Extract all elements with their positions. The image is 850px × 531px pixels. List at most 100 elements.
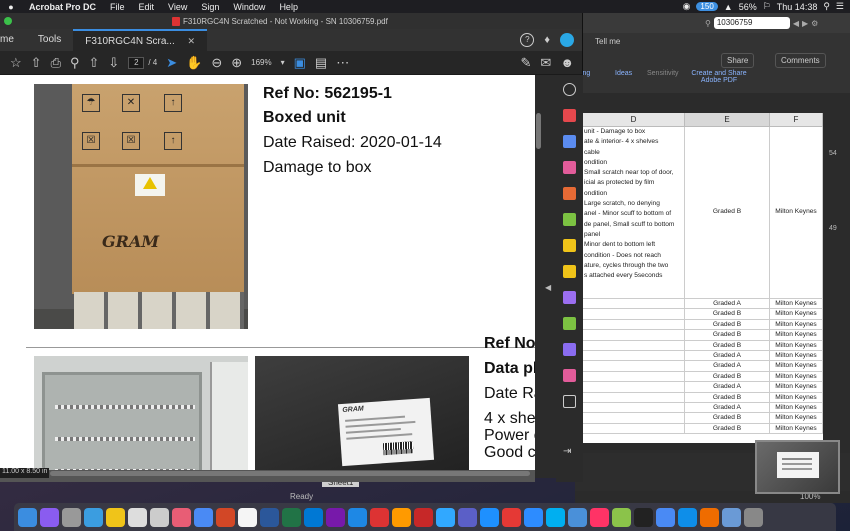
grade-cell[interactable]: Graded B <box>685 330 770 340</box>
grade-cell[interactable]: Graded B <box>685 371 770 382</box>
notes-cell[interactable] <box>583 423 685 434</box>
dock-app-onenote-icon[interactable] <box>326 507 345 527</box>
zoom-search-icon[interactable]: ⚲ <box>70 55 80 71</box>
status-icon[interactable]: ◉ <box>683 1 691 12</box>
notes-cell[interactable] <box>583 382 685 392</box>
share-button[interactable]: Share <box>721 53 755 68</box>
vertical-scrollbar[interactable] <box>536 113 541 149</box>
grade-cell[interactable]: Graded B <box>685 127 770 298</box>
grade-cell[interactable]: Graded A <box>685 299 770 309</box>
nav-left-icon[interactable]: ◀ <box>793 19 799 28</box>
dock-app-notes2-icon[interactable] <box>128 507 147 527</box>
close-icon[interactable]: ✕ <box>188 36 196 46</box>
more-tools-icon[interactable] <box>563 395 576 408</box>
notification-center-icon[interactable]: ☰ <box>836 1 844 12</box>
search-options-icon[interactable]: ⚙ <box>811 19 818 28</box>
menu-view[interactable]: View <box>161 2 194 12</box>
notes-cell[interactable] <box>583 371 685 382</box>
window-close-button[interactable] <box>4 17 12 25</box>
column-header-d[interactable]: D <box>583 113 685 126</box>
tab-document[interactable]: F310RGC4N Scra... ✕ <box>73 29 208 51</box>
enhance-scan-icon[interactable] <box>563 83 576 96</box>
table-row[interactable]: Graded A Milton Keynes <box>583 382 823 393</box>
notes-cell[interactable] <box>583 361 685 371</box>
network-pill[interactable]: 150 <box>696 2 718 11</box>
table-row[interactable]: Graded B Milton Keynes <box>583 340 823 351</box>
dock-app-calendar-icon[interactable] <box>238 507 257 527</box>
action-wizard-icon[interactable] <box>563 369 576 382</box>
dock-app-notes-icon[interactable] <box>106 507 125 527</box>
table-row[interactable]: Graded B Milton Keynes <box>583 413 823 424</box>
avatar[interactable] <box>560 33 574 47</box>
dock-app-launchpad-icon[interactable] <box>62 507 81 527</box>
notes-cell[interactable] <box>583 350 685 361</box>
table-row[interactable]: Graded B Milton Keynes <box>583 319 823 331</box>
dock-app-excel-icon[interactable] <box>282 507 301 527</box>
help-icon[interactable]: ? <box>520 33 535 47</box>
dock-app-outlook-icon[interactable] <box>304 507 323 527</box>
page-down-icon[interactable]: ⇩ <box>108 55 119 71</box>
dock-app-powerpoint-icon[interactable] <box>216 507 235 527</box>
create-pdf-icon[interactable] <box>563 135 576 148</box>
table-row[interactable]: unit - Damage to box ate & interior- 4 x… <box>583 127 823 299</box>
table-row[interactable]: Graded B Milton Keynes <box>583 330 823 341</box>
menu-window[interactable]: Window <box>226 2 272 12</box>
page-number-input[interactable]: 2 <box>128 56 145 69</box>
grade-cell[interactable]: Graded A <box>685 382 770 392</box>
grade-cell[interactable]: Graded B <box>685 392 770 402</box>
dock-app-chrome-icon[interactable] <box>194 507 213 527</box>
notes-cell[interactable] <box>583 330 685 340</box>
excel-search-input[interactable]: 10306759 <box>713 17 790 29</box>
notes-cell[interactable] <box>583 340 685 350</box>
location-cell[interactable]: Milton Keynes <box>770 361 823 371</box>
dock-app-pdf-icon[interactable] <box>414 507 433 527</box>
location-cell[interactable]: Milton Keynes <box>770 309 823 319</box>
share-user-icon[interactable]: ☻ <box>560 55 574 71</box>
photo-thumbnail[interactable] <box>755 440 840 494</box>
bell-icon[interactable]: ♦ <box>544 34 550 46</box>
ideas-button[interactable]: Ideas <box>615 70 632 77</box>
input-flag-icon[interactable]: ⚐ <box>763 1 771 12</box>
table-row[interactable]: Graded A Milton Keynes <box>583 361 823 372</box>
organize-pages-icon[interactable] <box>563 213 576 226</box>
dock-app-indesign-icon[interactable] <box>590 507 609 527</box>
dock-app-photos-icon[interactable] <box>172 507 191 527</box>
select-tool-icon[interactable]: ➤ <box>166 55 177 71</box>
mail-icon[interactable]: ✉ <box>540 55 551 71</box>
tell-me-field[interactable]: Tell me <box>595 37 620 46</box>
grade-cell[interactable]: Graded B <box>685 340 770 350</box>
grade-cell[interactable]: Graded B <box>685 309 770 319</box>
print-icon[interactable]: ⎙ <box>51 55 61 71</box>
dock-app-siri-icon[interactable] <box>40 507 59 527</box>
grade-cell[interactable]: Graded B <box>685 423 770 434</box>
location-cell[interactable]: Milton Keynes <box>770 127 823 298</box>
combine-files-icon[interactable] <box>563 187 576 200</box>
notes-cell[interactable] <box>583 299 685 309</box>
location-cell[interactable]: Milton Keynes <box>770 319 823 330</box>
page-up-icon[interactable]: ⇧ <box>89 55 100 71</box>
location-cell[interactable]: Milton Keynes <box>770 350 823 361</box>
grade-cell[interactable]: Graded A <box>685 350 770 361</box>
dock-app-acrobat-icon[interactable] <box>370 507 389 527</box>
sign-icon[interactable]: ✎ <box>521 55 532 71</box>
location-cell[interactable]: Milton Keynes <box>770 382 823 392</box>
zoom-dropdown[interactable]: 169% <box>251 58 271 67</box>
tab-home[interactable]: me <box>0 29 26 51</box>
apple-menu-icon[interactable]: ● <box>0 2 22 12</box>
dock-app-teamviewer-icon[interactable] <box>678 507 697 527</box>
menu-sign[interactable]: Sign <box>194 2 226 12</box>
print-production-icon[interactable] <box>563 317 576 330</box>
spotlight-icon[interactable]: ⚲ <box>823 1 830 12</box>
location-cell[interactable]: Milton Keynes <box>770 340 823 350</box>
location-cell[interactable]: Milton Keynes <box>770 330 823 340</box>
dock-app-appstore-icon[interactable] <box>348 507 367 527</box>
dock-app-zoom-icon[interactable] <box>524 507 543 527</box>
create-share-pdf-button[interactable]: Create and Share Adobe PDF <box>691 70 747 84</box>
location-cell[interactable]: Milton Keynes <box>770 371 823 382</box>
zoom-in-icon[interactable]: ⊕ <box>231 55 242 71</box>
dock-app-block-icon[interactable] <box>502 507 521 527</box>
protect-icon[interactable] <box>563 343 576 356</box>
horizontal-scrollbar[interactable] <box>50 471 530 476</box>
grade-cell[interactable]: Graded A <box>685 402 770 413</box>
dock-app-trash-icon[interactable] <box>744 507 763 527</box>
